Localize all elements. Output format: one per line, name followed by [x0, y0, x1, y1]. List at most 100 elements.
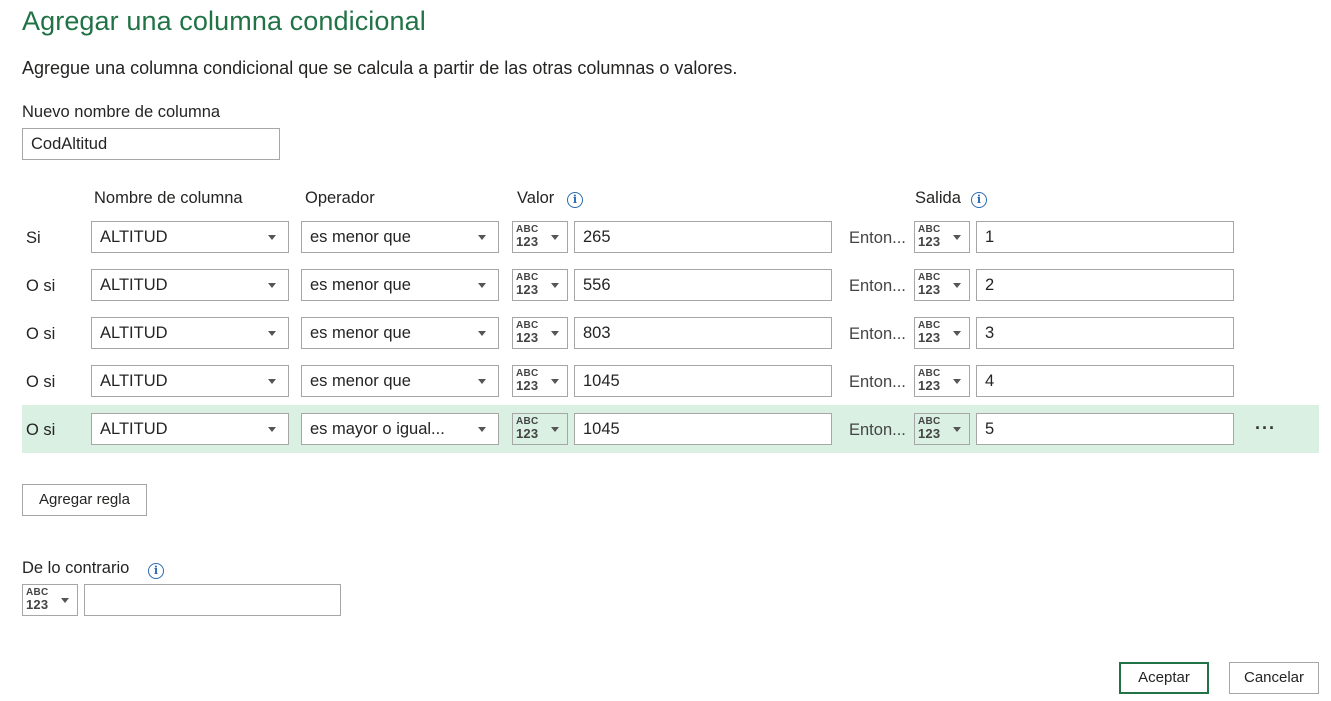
then-label: Enton... [849, 229, 906, 247]
then-label: Enton... [849, 277, 906, 295]
value-type-dropdown[interactable]: ABC 123 [512, 317, 568, 349]
rule-operator-value: es menor que [310, 324, 411, 342]
abc-123-type-icon: ABC 123 [516, 320, 539, 345]
abc-123-type-icon: ABC 123 [516, 272, 539, 297]
rule-output-input[interactable]: 5 [976, 413, 1234, 445]
header-column-name: Nombre de columna [94, 189, 243, 207]
cancel-button[interactable]: Cancelar [1229, 662, 1319, 694]
otherwise-value-input[interactable] [84, 584, 341, 616]
rule-operator-dropdown[interactable]: es menor que [301, 365, 499, 397]
abc-123-type-icon: ABC 123 [918, 224, 941, 249]
abc-123-type-icon: ABC 123 [918, 368, 941, 393]
output-type-dropdown[interactable]: ABC 123 [914, 221, 970, 253]
chevron-down-icon [953, 235, 961, 240]
output-type-dropdown[interactable]: ABC 123 [914, 365, 970, 397]
ok-button[interactable]: Aceptar [1119, 662, 1209, 694]
abc-123-type-icon: ABC 123 [516, 416, 539, 441]
rule-column-dropdown[interactable]: ALTITUD [91, 221, 289, 253]
header-value: Valor [517, 189, 555, 207]
chevron-down-icon [551, 379, 559, 384]
rule-prefix: O si [26, 325, 56, 343]
value-type-dropdown[interactable]: ABC 123 [512, 365, 568, 397]
chevron-down-icon [478, 427, 486, 432]
rule-value-input[interactable]: 803 [574, 317, 832, 349]
chevron-down-icon [551, 283, 559, 288]
rule-operator-value: es menor que [310, 228, 411, 246]
rule-column-dropdown[interactable]: ALTITUD [91, 413, 289, 445]
rule-column-value: ALTITUD [100, 228, 168, 246]
chevron-down-icon [953, 427, 961, 432]
output-type-dropdown[interactable]: ABC 123 [914, 269, 970, 301]
chevron-down-icon [268, 331, 276, 336]
rule-column-value: ALTITUD [100, 324, 168, 342]
rule-operator-value: es menor que [310, 276, 411, 294]
rule-prefix: O si [26, 421, 56, 439]
header-operator: Operador [305, 189, 375, 207]
rule-prefix: O si [26, 373, 56, 391]
rule-column-value: ALTITUD [100, 276, 168, 294]
then-label: Enton... [849, 373, 906, 391]
abc-123-type-icon: ABC 123 [918, 272, 941, 297]
rule-column-value: ALTITUD [100, 420, 168, 438]
rule-operator-value: es menor que [310, 372, 411, 390]
otherwise-info-icon[interactable]: i [148, 563, 164, 579]
rule-value-input[interactable]: 265 [574, 221, 832, 253]
chevron-down-icon [268, 427, 276, 432]
new-column-name-input[interactable]: CodAltitud [22, 128, 280, 160]
abc-123-type-icon: ABC 123 [918, 416, 941, 441]
chevron-down-icon [268, 235, 276, 240]
chevron-down-icon [478, 235, 486, 240]
value-type-dropdown[interactable]: ABC 123 [512, 413, 568, 445]
chevron-down-icon [953, 283, 961, 288]
abc-123-type-icon: ABC 123 [516, 368, 539, 393]
rule-output-input[interactable]: 2 [976, 269, 1234, 301]
rule-value-input[interactable]: 556 [574, 269, 832, 301]
rule-column-dropdown[interactable]: ALTITUD [91, 365, 289, 397]
output-type-dropdown[interactable]: ABC 123 [914, 413, 970, 445]
abc-123-type-icon: ABC 123 [26, 587, 49, 612]
rule-value-input[interactable]: 1045 [574, 365, 832, 397]
rule-column-dropdown[interactable]: ALTITUD [91, 317, 289, 349]
new-column-label: Nuevo nombre de columna [22, 103, 221, 121]
chevron-down-icon [551, 427, 559, 432]
chevron-down-icon [61, 598, 69, 603]
then-label: Enton... [849, 325, 906, 343]
chevron-down-icon [551, 235, 559, 240]
chevron-down-icon [268, 283, 276, 288]
chevron-down-icon [551, 331, 559, 336]
rule-column-dropdown[interactable]: ALTITUD [91, 269, 289, 301]
value-type-dropdown[interactable]: ABC 123 [512, 221, 568, 253]
abc-123-type-icon: ABC 123 [516, 224, 539, 249]
dialog-title: Agregar una columna condicional [22, 6, 426, 36]
rule-operator-dropdown[interactable]: es menor que [301, 317, 499, 349]
dialog-description: Agregue una columna condicional que se c… [22, 58, 738, 78]
otherwise-type-dropdown[interactable]: ABC 123 [22, 584, 78, 616]
rule-operator-dropdown[interactable]: es mayor o igual... [301, 413, 499, 445]
rule-prefix: Si [26, 229, 41, 247]
rule-output-input[interactable]: 1 [976, 221, 1234, 253]
chevron-down-icon [953, 331, 961, 336]
chevron-down-icon [478, 379, 486, 384]
rule-output-input[interactable]: 3 [976, 317, 1234, 349]
chevron-down-icon [268, 379, 276, 384]
rule-prefix: O si [26, 277, 56, 295]
chevron-down-icon [953, 379, 961, 384]
rule-output-input[interactable]: 4 [976, 365, 1234, 397]
chevron-down-icon [478, 331, 486, 336]
header-output: Salida [915, 189, 961, 207]
add-rule-button[interactable]: Agregar regla [22, 484, 147, 516]
rule-operator-dropdown[interactable]: es menor que [301, 221, 499, 253]
output-info-icon[interactable]: i [971, 192, 987, 208]
output-type-dropdown[interactable]: ABC 123 [914, 317, 970, 349]
otherwise-label: De lo contrario [22, 559, 130, 577]
rule-operator-dropdown[interactable]: es menor que [301, 269, 499, 301]
rule-value-input[interactable]: 1045 [574, 413, 832, 445]
abc-123-type-icon: ABC 123 [918, 320, 941, 345]
value-type-dropdown[interactable]: ABC 123 [512, 269, 568, 301]
chevron-down-icon [478, 283, 486, 288]
value-info-icon[interactable]: i [567, 192, 583, 208]
then-label: Enton... [849, 421, 906, 439]
rule-column-value: ALTITUD [100, 372, 168, 390]
rule-operator-value: es mayor o igual... [310, 420, 445, 438]
more-options-icon[interactable]: ··· [1255, 418, 1276, 439]
